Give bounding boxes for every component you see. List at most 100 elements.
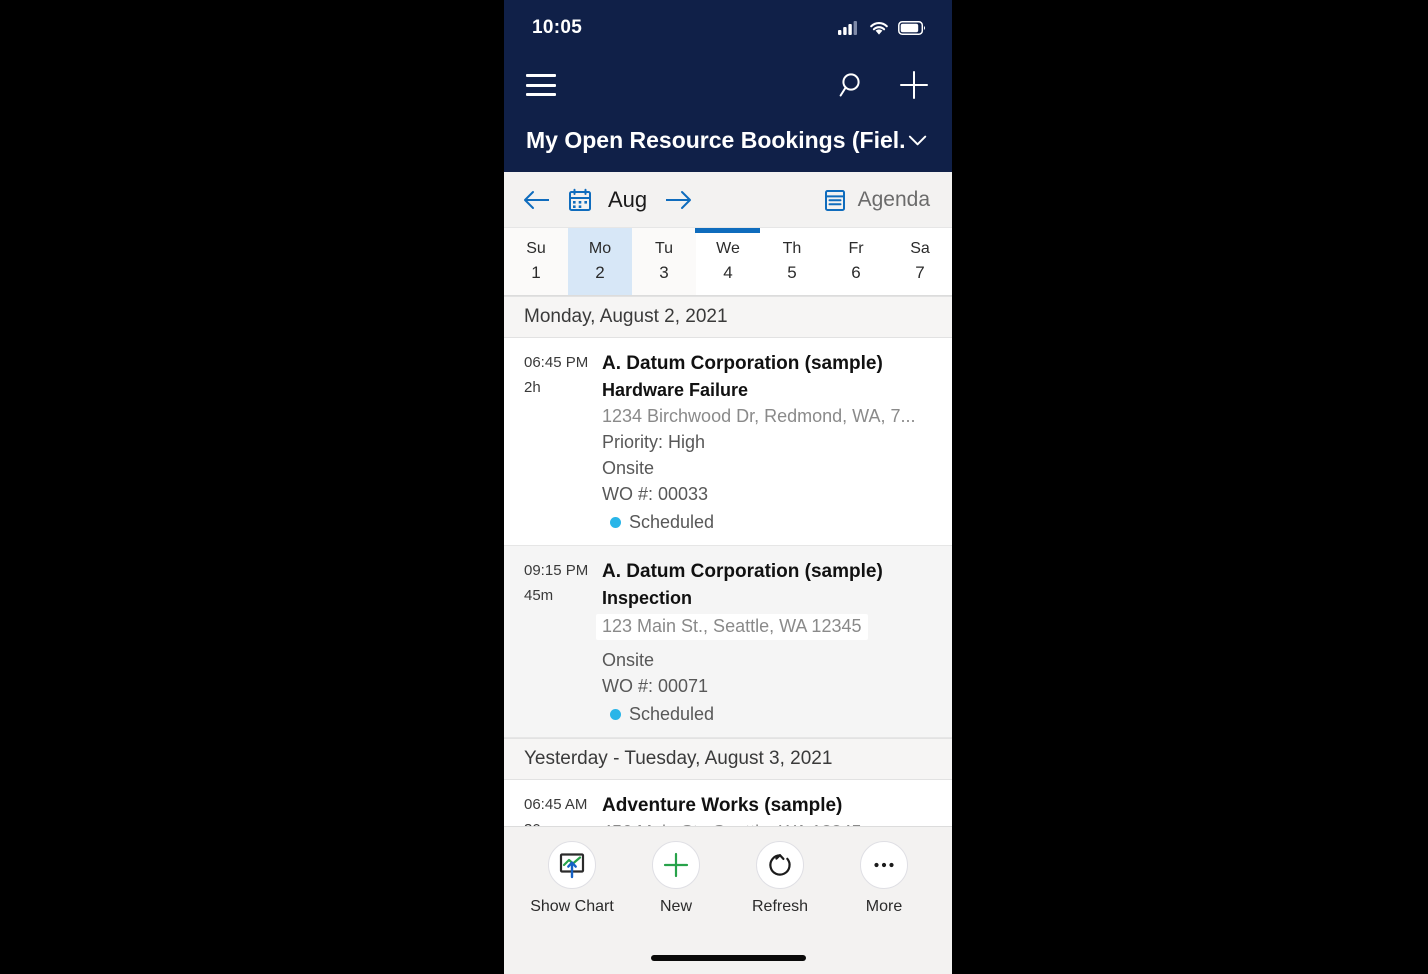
week-day-label: We <box>716 240 740 257</box>
command-icon-circle <box>756 841 804 889</box>
agenda-label: Agenda <box>857 187 930 211</box>
plus-icon <box>663 852 689 878</box>
current-day-indicator <box>695 228 761 233</box>
booking-work-type: Inspection <box>602 587 693 608</box>
week-day-label: Tu <box>654 240 674 257</box>
home-indicator[interactable] <box>650 955 806 961</box>
phone-screen: 10:05 My Open Resource Bookings (Fiel...… <box>504 0 952 974</box>
battery-icon <box>898 21 926 35</box>
booking-time-column: 06:45 AM30m <box>524 794 602 827</box>
status-bar-icons <box>838 20 926 36</box>
booking-start-time: 06:45 AM <box>524 795 588 813</box>
command-new-button[interactable]: New <box>630 841 722 916</box>
week-day-number: 2 <box>595 263 605 282</box>
booking-start-time: 09:15 PM <box>524 561 589 579</box>
booking-mode: Onsite <box>602 649 655 670</box>
command-label: Refresh <box>751 898 809 915</box>
status-dot-icon <box>610 708 621 720</box>
week-day-label: Th <box>782 240 802 257</box>
status-dot-icon <box>610 516 621 528</box>
week-day-mo[interactable]: Mo 2 <box>568 228 632 295</box>
week-day-fr[interactable]: Fr 6 <box>824 228 888 295</box>
date-section-header: Yesterday - Tuesday, August 3, 2021 <box>504 737 952 780</box>
wifi-icon <box>870 21 888 35</box>
command-icon-circle <box>548 841 596 889</box>
booking-account-name: A. Datum Corporation (sample) <box>602 353 883 374</box>
booking-details: A. Datum Corporation (sample) Hardware Fa… <box>602 352 952 533</box>
status-bar-time: 10:05 <box>532 17 583 38</box>
hamburger-menu-icon[interactable] <box>526 74 556 96</box>
command-icon-circle <box>860 841 908 889</box>
screenshot-stage: 10:05 My Open Resource Bookings (Fiel...… <box>0 0 1428 974</box>
week-day-tu[interactable]: Tu 3 <box>632 228 696 295</box>
week-day-th[interactable]: Th 5 <box>760 228 824 295</box>
arrow-left-icon[interactable] <box>522 188 552 212</box>
command-label: More <box>865 898 903 915</box>
agenda-list-icon <box>824 189 845 211</box>
status-bar: 10:05 <box>504 0 952 56</box>
show-chart-icon <box>559 853 585 879</box>
booking-details: A. Datum Corporation (sample) Inspection 1… <box>596 560 952 725</box>
status-label: Scheduled <box>629 511 715 532</box>
bookings-list: Monday, August 2, 2021 06:45 PM 2h A. Datum… <box>504 296 952 826</box>
app-bar-title-row[interactable]: My Open Resource Bookings (Fiel... <box>526 114 930 172</box>
week-day-number: 1 <box>531 263 541 282</box>
ellipsis-icon <box>874 862 894 868</box>
week-day-label: Su <box>526 240 546 257</box>
agenda-view-button[interactable]: Agenda <box>823 188 930 212</box>
week-day-label: Mo <box>588 240 612 257</box>
command-label: Show Chart <box>530 898 614 915</box>
command-label: New <box>659 898 692 915</box>
calendar-nav-left: Aug <box>522 187 693 213</box>
week-day-number: 4 <box>723 263 733 282</box>
week-day-we[interactable]: We 4 <box>695 228 761 295</box>
week-day-label: Fr <box>848 240 864 257</box>
week-day-strip: Su 1 Mo 2 Tu 3 We 4 Th 5 Fr 6 Sa 7 <box>504 228 952 296</box>
week-day-number: 6 <box>851 263 861 282</box>
month-label: Aug <box>608 186 648 212</box>
app-bar-actions <box>838 69 930 101</box>
calendar-icon[interactable] <box>568 188 592 212</box>
chevron-down-icon[interactable] <box>905 127 930 153</box>
booking-duration: 45m <box>524 586 554 604</box>
booking-mode: Onsite <box>602 457 655 478</box>
command-bar: Show Chart New Refresh More <box>504 826 952 974</box>
booking-work-order: WO #: 00071 <box>602 675 709 696</box>
arrow-right-icon[interactable] <box>663 188 693 212</box>
booking-work-order: WO #: 00033 <box>602 483 709 504</box>
command-icon-circle <box>652 841 700 889</box>
booking-address: 123 Main St., Seattle, WA 12345 <box>596 613 868 640</box>
booking-status: Scheduled <box>602 704 952 725</box>
app-bar: My Open Resource Bookings (Fiel... <box>504 56 952 172</box>
plus-icon[interactable] <box>898 69 930 101</box>
booking-card[interactable]: 06:45 PM 2h A. Datum Corporation (sample) H… <box>504 338 952 546</box>
week-day-number: 3 <box>659 263 669 282</box>
refresh-icon <box>769 854 791 876</box>
page-title: My Open Resource Bookings (Fiel... <box>526 126 905 153</box>
home-indicator-area <box>504 916 952 974</box>
week-day-su[interactable]: Su 1 <box>504 228 568 295</box>
booking-time-column: 06:45 PM 2h <box>524 352 602 533</box>
booking-card[interactable]: 09:15 PM 45m A. Datum Corporation (sample)… <box>504 545 952 738</box>
week-day-number: 5 <box>787 263 797 282</box>
booking-priority: Priority: High <box>602 431 706 452</box>
booking-duration: 2h <box>524 379 541 396</box>
signal-bars-icon <box>838 21 857 35</box>
week-day-label: Sa <box>910 240 930 257</box>
week-day-number: 7 <box>915 263 925 282</box>
week-day-sa[interactable]: Sa 7 <box>888 228 952 295</box>
status-label: Scheduled <box>629 703 715 724</box>
booking-account-name: Adventure Works (sample) <box>602 794 843 816</box>
calendar-nav-bar: Aug Agenda <box>504 172 952 228</box>
booking-work-type: Hardware Failure <box>602 379 749 400</box>
command-show-chart-button[interactable]: Show Chart <box>526 841 618 916</box>
app-bar-top-row <box>526 56 930 114</box>
command-more-button[interactable]: More <box>838 841 930 916</box>
booking-account-name: A. Datum Corporation (sample) <box>602 560 883 582</box>
search-icon[interactable] <box>838 70 868 100</box>
booking-start-time: 06:45 PM <box>524 354 589 371</box>
booking-card[interactable]: 06:45 AM30mAdventure Works (sample)456 M… <box>504 779 952 827</box>
command-bar-items: Show Chart New Refresh More <box>504 827 952 916</box>
booking-details: Adventure Works (sample)456 Main St., Se… <box>602 794 952 827</box>
command-refresh-button[interactable]: Refresh <box>734 841 826 916</box>
